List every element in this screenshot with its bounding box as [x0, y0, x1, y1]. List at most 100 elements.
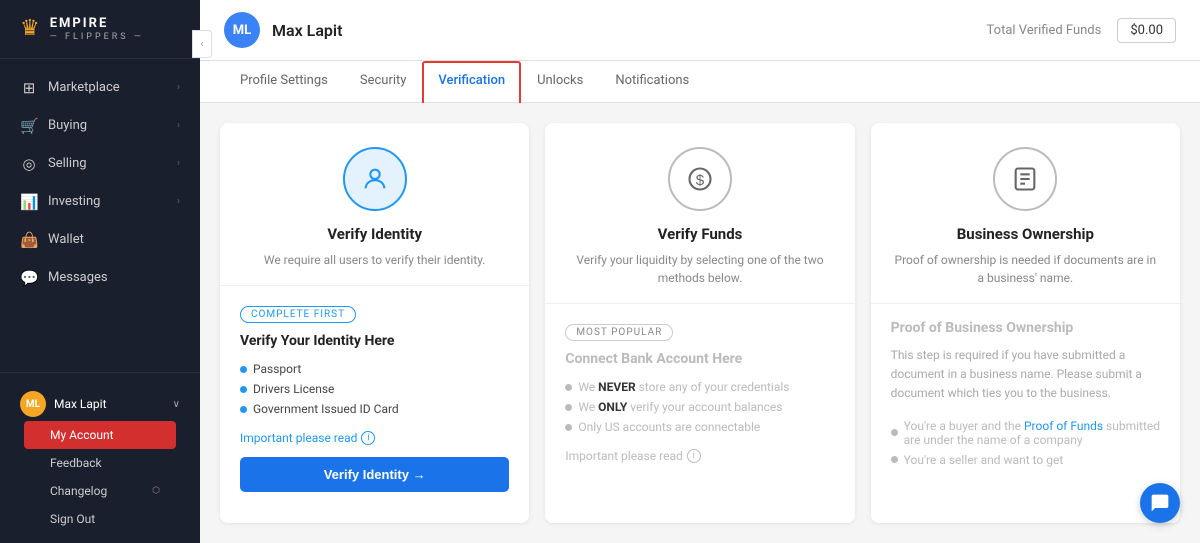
divider — [0, 372, 200, 373]
logo-sub: — FLIPPERS — — [50, 32, 144, 42]
funds-bullet-list: We NEVER store any of your credentials W… — [565, 377, 834, 437]
sidebar-item-label: Wallet — [48, 232, 180, 247]
top-bar-user: ML Max Lapit — [224, 12, 342, 48]
sidebar-item-marketplace[interactable]: ⊞ Marketplace › — [0, 69, 200, 107]
identity-icon — [343, 147, 407, 211]
tab-profile-settings[interactable]: Profile Settings — [224, 61, 344, 103]
funds-card-title: Verify Funds — [658, 225, 743, 243]
sidebar: ♛ EMPIRE — FLIPPERS — ⊞ Marketplace › 🛒 … — [0, 0, 200, 543]
avatar: ML — [20, 391, 46, 417]
selling-icon: ◎ — [20, 155, 38, 173]
important-read-link[interactable]: Important please read i — [240, 431, 509, 445]
main-nav: ⊞ Marketplace › 🛒 Buying › ◎ Selling › 📊… — [0, 59, 200, 364]
list-item: Passport — [240, 359, 509, 379]
funds-card-body: MOST POPULAR Connect Bank Account Here W… — [545, 304, 854, 523]
business-bullet-list: You're a buyer and the Proof of Funds su… — [891, 416, 1160, 470]
wallet-icon: 👜 — [20, 231, 38, 249]
sidebar-item-investing[interactable]: 📊 Investing › — [0, 183, 200, 221]
bullet-icon — [565, 384, 572, 391]
bullet-icon — [891, 429, 898, 436]
top-bar-right: Total Verified Funds $0.00 — [987, 18, 1176, 43]
sidebar-collapse-button[interactable]: ‹ — [192, 30, 212, 58]
header-user-name: Max Lapit — [272, 21, 342, 40]
most-popular-badge: MOST POPULAR — [565, 324, 673, 341]
chevron-right-icon: › — [177, 158, 180, 169]
business-card-title: Business Ownership — [957, 225, 1094, 243]
main-content: ML Max Lapit Total Verified Funds $0.00 … — [200, 0, 1200, 543]
crown-icon: ♛ — [20, 16, 40, 41]
sidebar-item-sign-out[interactable]: Sign Out — [20, 505, 180, 533]
list-item: We NEVER store any of your credentials — [565, 377, 834, 397]
tab-security[interactable]: Security — [344, 61, 423, 103]
logo-name: EMPIRE — [50, 16, 144, 32]
funds-card-top: $ Verify Funds Verify your liquidity by … — [545, 123, 854, 304]
sidebar-item-label: Selling — [48, 156, 167, 171]
chevron-right-icon: › — [177, 82, 180, 93]
list-item: Government Issued ID Card — [240, 399, 509, 419]
list-item: Drivers License — [240, 379, 509, 399]
complete-first-badge: COMPLETE FIRST — [240, 306, 356, 323]
verified-funds-label: Total Verified Funds — [987, 23, 1102, 38]
buying-icon: 🛒 — [20, 117, 38, 135]
user-menu-toggle[interactable]: ML Max Lapit ∨ — [20, 391, 180, 417]
funds-important-read-link[interactable]: Important please read i — [565, 449, 834, 463]
funds-section-title: Connect Bank Account Here — [565, 351, 834, 367]
important-text: Important please read — [240, 431, 357, 445]
sidebar-item-my-account[interactable]: My Account — [24, 421, 176, 449]
bullet-icon — [240, 366, 247, 373]
funds-card-desc: Verify your liquidity by selecting one o… — [565, 251, 834, 287]
sidebar-item-wallet[interactable]: 👜 Wallet — [0, 221, 200, 259]
user-name: Max Lapit — [54, 397, 165, 411]
business-section-title: Proof of Business Ownership — [891, 320, 1160, 336]
logo: ♛ EMPIRE — FLIPPERS — — [0, 0, 200, 59]
list-item: We ONLY verify your account balances — [565, 397, 834, 417]
identity-card: Verify Identity We require all users to … — [220, 123, 529, 523]
list-item: You're a seller and want to get — [891, 450, 1160, 470]
identity-card-body: COMPLETE FIRST Verify Your Identity Here… — [220, 286, 529, 523]
tab-notifications[interactable]: Notifications — [599, 61, 705, 103]
sidebar-user: ML Max Lapit ∨ My Account Feedback Chang… — [0, 381, 200, 543]
identity-section-title: Verify Your Identity Here — [240, 333, 509, 349]
messages-icon: 💬 — [20, 269, 38, 287]
info-icon: i — [687, 449, 701, 463]
funds-icon: $ — [668, 147, 732, 211]
sidebar-item-selling[interactable]: ◎ Selling › — [0, 145, 200, 183]
list-item: You're a buyer and the Proof of Funds su… — [891, 416, 1160, 450]
bullet-icon — [240, 406, 247, 413]
bullet-icon — [240, 386, 247, 393]
business-body-text: This step is required if you have submit… — [891, 346, 1160, 404]
sidebar-item-label: Buying — [48, 118, 167, 133]
verify-identity-button[interactable]: Verify Identity → — [240, 457, 509, 492]
tab-verification[interactable]: Verification — [422, 61, 521, 103]
identity-card-desc: We require all users to verify their ide… — [264, 251, 486, 269]
external-link-icon: ⬡ — [152, 486, 160, 496]
tabs: Profile Settings Security Verification U… — [200, 61, 1200, 103]
business-icon — [993, 147, 1057, 211]
investing-icon: 📊 — [20, 193, 38, 211]
changelog-label: Changelog — [50, 484, 107, 498]
top-bar: ML Max Lapit Total Verified Funds $0.00 — [200, 0, 1200, 61]
verified-funds-value: $0.00 — [1117, 18, 1176, 43]
business-card-body: Proof of Business Ownership This step is… — [871, 304, 1180, 523]
identity-card-top: Verify Identity We require all users to … — [220, 123, 529, 286]
bullet-icon — [565, 424, 572, 431]
bullet-icon — [565, 404, 572, 411]
sidebar-item-messages[interactable]: 💬 Messages — [0, 259, 200, 297]
tab-unlocks[interactable]: Unlocks — [521, 61, 599, 103]
chevron-right-icon: › — [177, 120, 180, 131]
info-icon: i — [361, 431, 375, 445]
list-item: Only US accounts are connectable — [565, 417, 834, 437]
sidebar-item-feedback[interactable]: Feedback — [20, 449, 180, 477]
sidebar-item-changelog[interactable]: Changelog ⬡ — [20, 477, 180, 505]
svg-text:$: $ — [696, 172, 705, 189]
avatar: ML — [224, 12, 260, 48]
important-text: Important please read — [565, 449, 682, 463]
bullet-icon — [891, 456, 898, 463]
chevron-down-icon: ∨ — [173, 399, 180, 410]
sidebar-item-label: Messages — [48, 270, 180, 285]
sidebar-item-buying[interactable]: 🛒 Buying › — [0, 107, 200, 145]
identity-bullet-list: Passport Drivers License Government Issu… — [240, 359, 509, 419]
marketplace-icon: ⊞ — [20, 79, 38, 97]
chat-bubble-button[interactable] — [1140, 483, 1180, 523]
sidebar-item-label: Investing — [48, 194, 167, 209]
